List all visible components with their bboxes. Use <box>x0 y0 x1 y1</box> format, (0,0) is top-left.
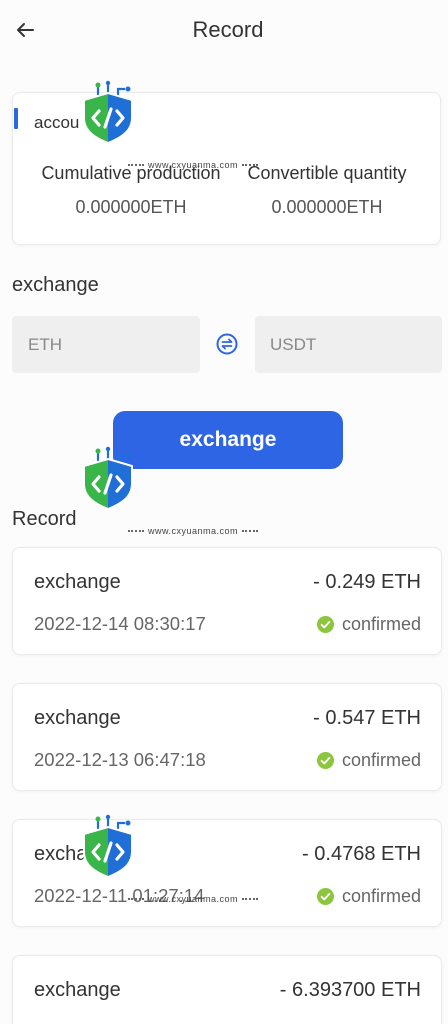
stat-label: Cumulative production <box>41 163 221 183</box>
exchange-section-title: exchange <box>12 274 99 296</box>
record-card: excha - 0.4768 ETH 2022-12-11 01:27:14 c… <box>12 819 442 927</box>
watermark-dots <box>242 530 259 532</box>
to-currency-field[interactable] <box>255 316 442 373</box>
exchange-button[interactable]: exchange <box>113 411 343 469</box>
record-time: 2022-12-14 08:30:17 <box>34 613 206 634</box>
record-amount: - 0.547 ETH <box>313 707 421 729</box>
record-status: confirmed <box>316 748 421 772</box>
record-status: confirmed <box>316 884 421 908</box>
record-section-title: Record <box>12 508 77 530</box>
account-card: accou Cumulative production 0.000000ETH … <box>12 92 441 245</box>
record-time: 2022-12-13 06:47:18 <box>34 749 206 770</box>
status-label: confirmed <box>341 749 421 770</box>
accent-bar <box>14 108 18 129</box>
stat-convertible-quantity: Convertible quantity 0.000000ETH <box>220 161 434 219</box>
record-type: exchange <box>34 707 121 729</box>
record-card: exchange - 6.393700 ETH <box>12 955 442 1024</box>
status-label: confirmed <box>341 885 421 906</box>
stat-cumulative-production: Cumulative production 0.000000ETH <box>24 161 238 219</box>
swap-icon[interactable] <box>216 333 238 355</box>
record-amount: - 0.249 ETH <box>313 571 421 593</box>
record-amount: - 6.393700 ETH <box>279 979 421 1001</box>
check-circle-icon <box>316 887 334 905</box>
watermark-url: www.cxyuanma.com <box>128 526 259 536</box>
from-currency-field[interactable] <box>12 316 200 373</box>
record-type: exchange <box>34 571 121 593</box>
stat-value: 0.000000ETH <box>271 197 383 217</box>
record-status: confirmed <box>316 612 421 636</box>
status-label: confirmed <box>341 613 421 634</box>
watermark-dots <box>128 530 144 532</box>
page-title: Record <box>192 17 264 42</box>
watermark-url-text: www.cxyuanma.com <box>148 526 239 536</box>
record-card: exchange - 0.547 ETH 2022-12-13 06:47:18… <box>12 683 442 791</box>
check-circle-icon <box>316 751 334 769</box>
account-label: accou <box>34 113 80 132</box>
record-amount: - 0.4768 ETH <box>302 843 421 865</box>
record-type: excha <box>34 843 88 865</box>
record-type: exchange <box>34 979 121 1001</box>
record-card: exchange - 0.249 ETH 2022-12-14 08:30:17… <box>12 547 442 655</box>
stat-value: 0.000000ETH <box>75 197 187 217</box>
record-time: 2022-12-11 01:27:14 <box>34 885 205 906</box>
stat-label: Convertible quantity <box>247 163 407 183</box>
check-circle-icon <box>316 615 334 633</box>
